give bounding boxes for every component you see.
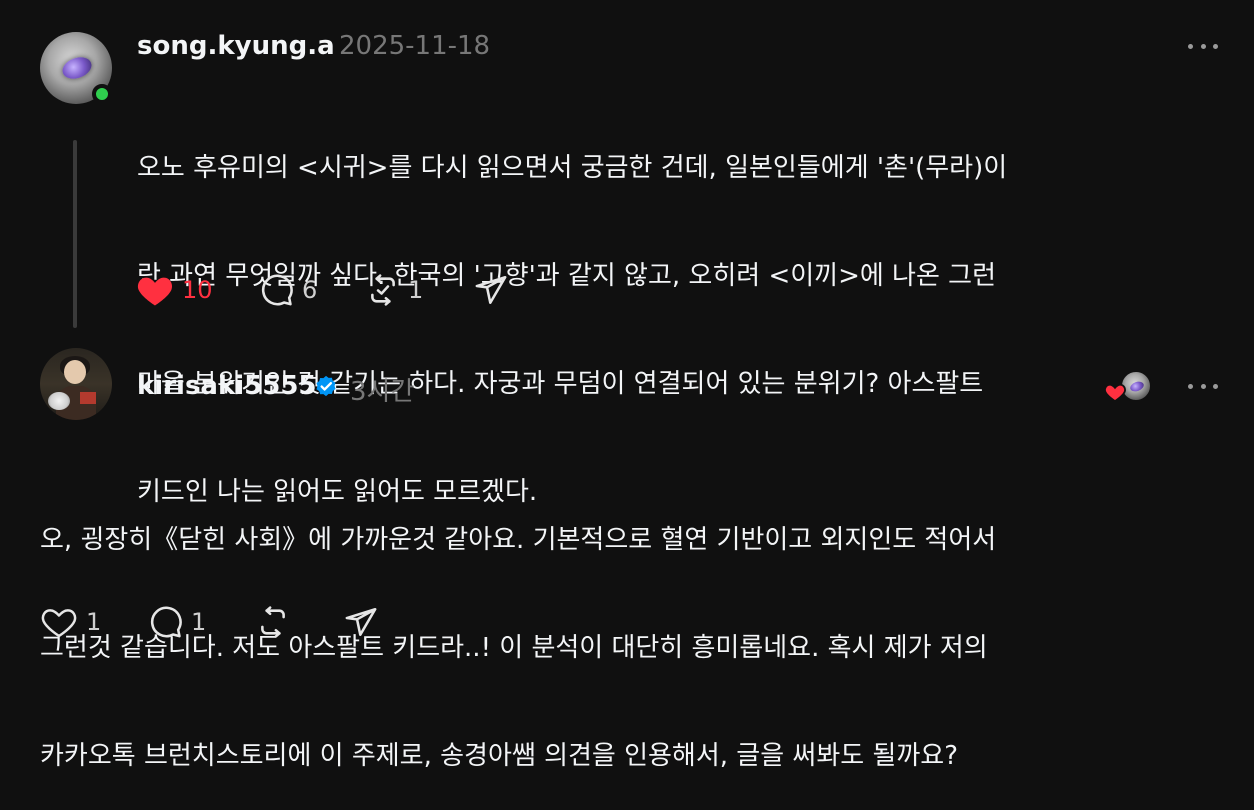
comment-count: 6	[302, 276, 318, 304]
heart-icon	[137, 277, 173, 306]
comment-count: 1	[191, 608, 207, 636]
more-horizontal-icon	[1188, 43, 1193, 49]
like-count: 1	[86, 608, 102, 636]
like-button[interactable]: 1	[40, 602, 101, 642]
heart-icon	[41, 609, 77, 638]
post-text-line: 그런것 같습니다. 저도 아스팔트 키드라..! 이 분석이 대단히 흥미롭네요…	[40, 633, 988, 663]
share-button[interactable]	[474, 270, 508, 310]
share-button[interactable]	[344, 602, 378, 642]
post-username[interactable]: song.kyung.a	[137, 31, 335, 61]
like-button[interactable]: 10	[136, 270, 213, 310]
more-horizontal-icon	[1188, 383, 1193, 389]
comment-button[interactable]: 1	[149, 602, 206, 642]
avatar-image	[59, 53, 95, 83]
post-text-line: 오노 후유미의 <시귀>를 다시 읽으면서 궁금한 건데, 일본인들에게 '촌'…	[137, 153, 1008, 183]
repost-icon	[371, 274, 395, 306]
comment-bubble-icon	[261, 274, 293, 306]
replied-by-avatars[interactable]	[1104, 370, 1152, 404]
repost-icon	[261, 606, 285, 638]
repost-button[interactable]	[256, 602, 290, 642]
post-text-line: 카카오톡 브런치스토리에 이 주제로, 송경아쌤 의견을 인용해서, 글을 써봐…	[40, 741, 958, 771]
repost-button[interactable]: 1	[366, 270, 423, 310]
post-text-line: 오, 굉장히《닫힌 사회》에 가까운것 같아요. 기본적으로 혈연 기반이고 외…	[40, 525, 997, 555]
send-icon	[475, 275, 507, 305]
post-timestamp[interactable]: 2025-11-18	[339, 31, 490, 61]
like-count: 10	[182, 276, 213, 304]
heart-icon	[1104, 383, 1126, 402]
post-username[interactable]: kirisaki5555	[137, 371, 317, 401]
comment-button[interactable]: 6	[260, 270, 317, 310]
comment-bubble-icon	[150, 606, 182, 638]
repost-count: 1	[408, 276, 424, 304]
post-timestamp[interactable]: 3시간	[350, 371, 414, 408]
verified-badge-icon	[316, 375, 336, 397]
post-text: 오, 굉장히《닫힌 사회》에 가까운것 같아요. 기본적으로 혈연 기반이고 외…	[40, 450, 1230, 810]
more-options-button[interactable]	[1188, 376, 1218, 396]
verified-badge	[313, 373, 339, 403]
thread-line	[73, 140, 77, 328]
more-options-button[interactable]	[1188, 36, 1218, 56]
send-icon	[345, 607, 377, 637]
online-status-dot	[92, 84, 112, 104]
avatar-kirisaki5555[interactable]	[40, 348, 112, 420]
